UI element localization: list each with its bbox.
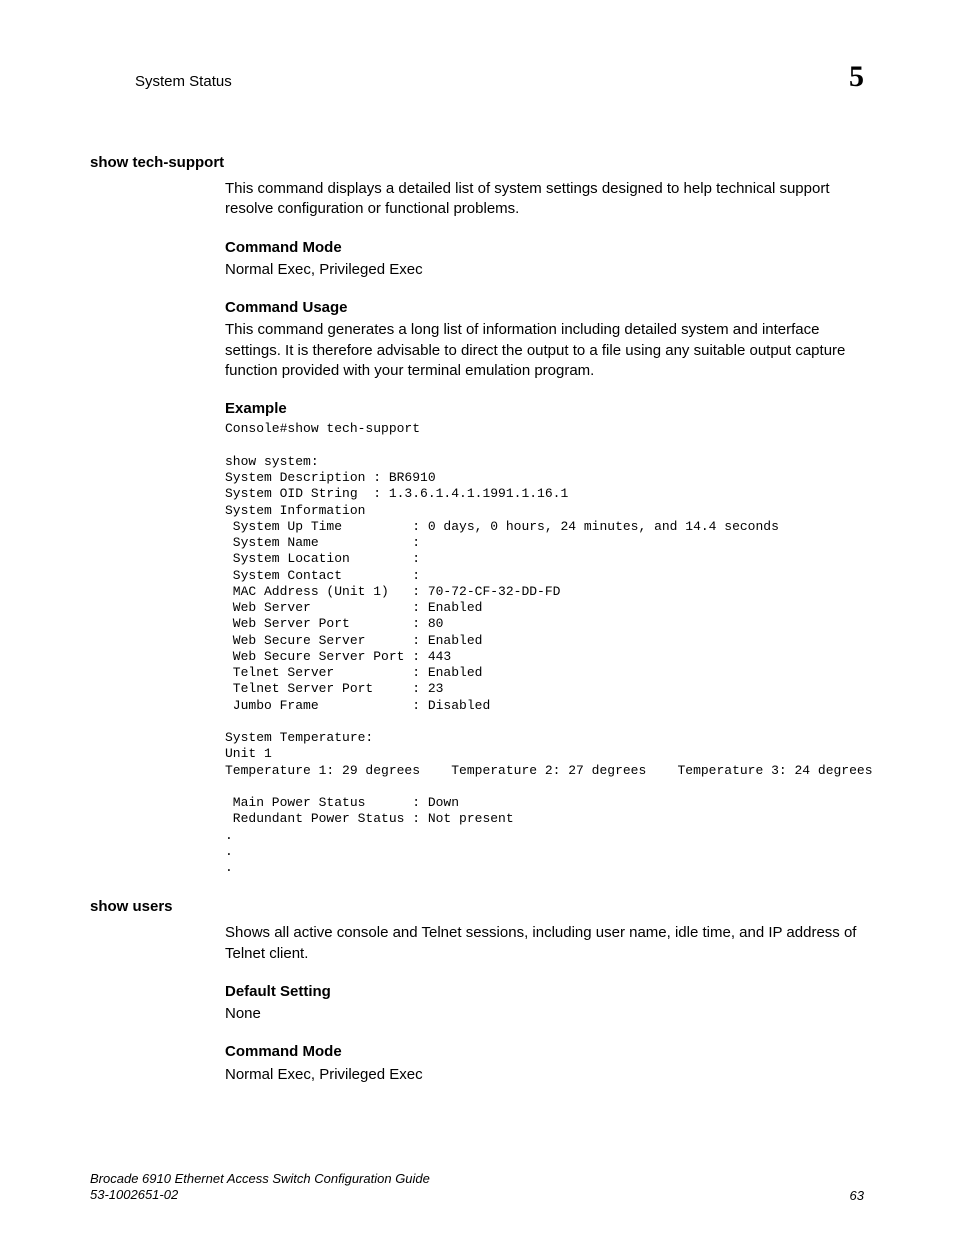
command-usage-text: This command generates a long list of in… (225, 320, 864, 381)
book-title: Brocade 6910 Ethernet Access Switch Conf… (90, 1171, 430, 1186)
command-heading-tech-support: show tech-support (90, 154, 864, 171)
page-number: 63 (850, 1188, 864, 1203)
command-heading-show-users: show users (90, 898, 864, 915)
section-title: System Status (135, 73, 232, 90)
body-tech-support: This command displays a detailed list of… (225, 179, 864, 876)
command-mode-text: Normal Exec, Privileged Exec (225, 1065, 864, 1085)
command-mode-label: Command Mode (225, 1042, 864, 1062)
command-mode-label: Command Mode (225, 238, 864, 258)
intro-text: This command displays a detailed list of… (225, 179, 864, 220)
intro-text: Shows all active console and Telnet sess… (225, 923, 864, 964)
default-setting-label: Default Setting (225, 982, 864, 1002)
command-usage-label: Command Usage (225, 298, 864, 318)
example-label: Example (225, 399, 864, 419)
default-setting-text: None (225, 1004, 864, 1024)
running-header: System Status 5 (90, 60, 864, 94)
footer-left: Brocade 6910 Ethernet Access Switch Conf… (90, 1171, 430, 1204)
page: System Status 5 show tech-support This c… (0, 0, 954, 1235)
body-show-users: Shows all active console and Telnet sess… (225, 923, 864, 1085)
command-mode-text: Normal Exec, Privileged Exec (225, 260, 864, 280)
page-footer: Brocade 6910 Ethernet Access Switch Conf… (90, 1171, 864, 1204)
doc-number: 53-1002651-02 (90, 1187, 178, 1202)
chapter-number: 5 (849, 60, 864, 94)
example-code: Console#show tech-support show system: S… (225, 421, 864, 876)
